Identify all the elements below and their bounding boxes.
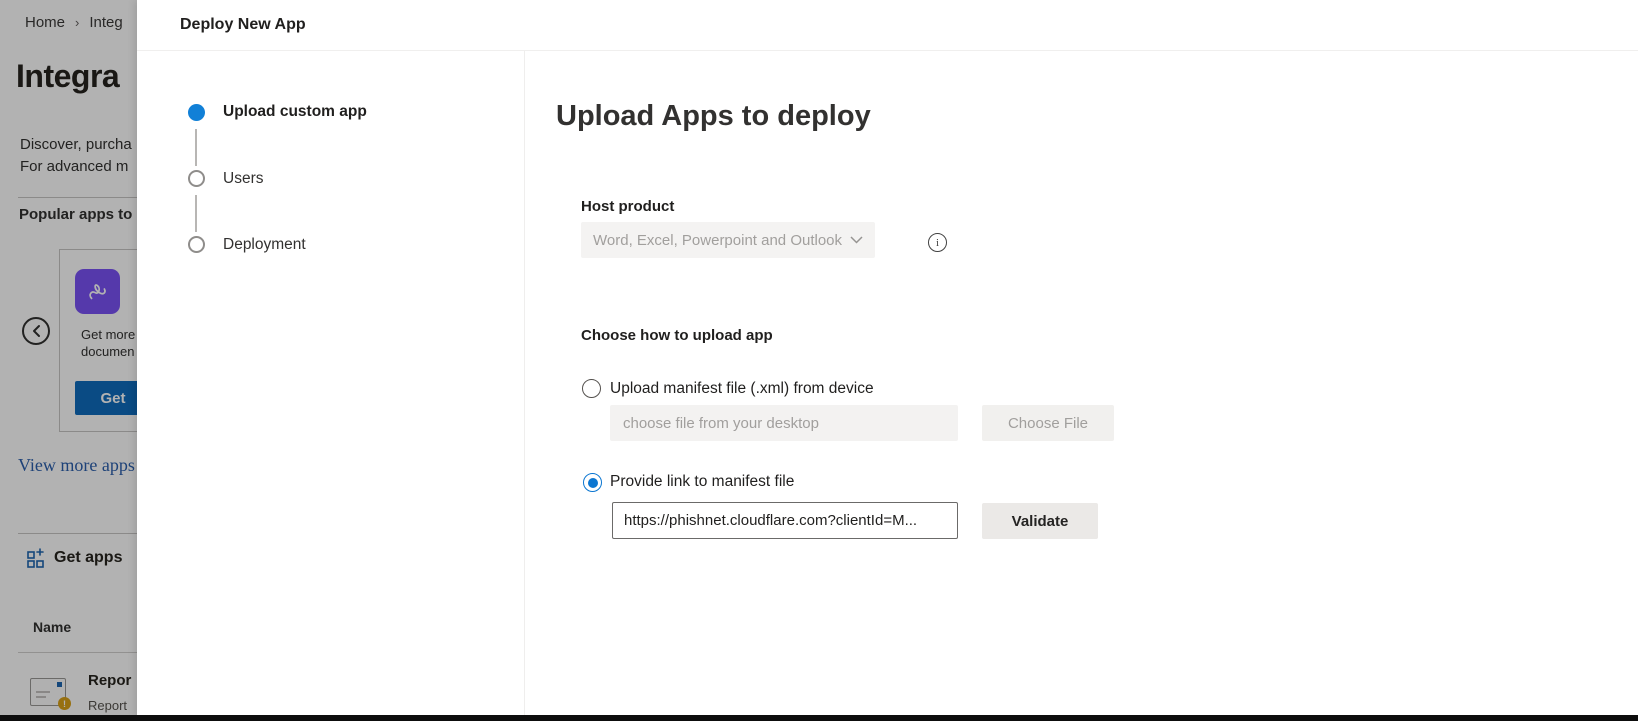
divider — [524, 51, 525, 716]
step-indicator-active — [188, 104, 205, 121]
provide-link-option-label[interactable]: Provide link to manifest file — [610, 473, 794, 491]
manifest-link-input[interactable] — [612, 502, 958, 539]
screen: Home›Integ Integra Discover, purcha For … — [0, 0, 1638, 721]
step-connector — [195, 195, 197, 232]
bottom-edge-bar — [0, 715, 1638, 721]
choose-upload-heading: Choose how to upload app — [581, 327, 773, 344]
dialog-title: Deploy New App — [180, 16, 306, 34]
step-indicator — [188, 236, 205, 253]
deploy-new-app-dialog: Deploy New App Upload custom app Users D… — [137, 0, 1638, 716]
host-product-label: Host product — [581, 198, 674, 215]
chevron-down-icon — [850, 236, 863, 244]
step-indicator — [188, 170, 205, 187]
upload-manifest-option-label[interactable]: Upload manifest file (.xml) from device — [610, 380, 874, 398]
choose-file-button[interactable]: Choose File — [982, 405, 1114, 441]
manifest-file-input[interactable] — [610, 405, 958, 441]
step-connector — [195, 129, 197, 166]
step-users[interactable]: Users — [223, 170, 263, 188]
step-upload-custom-app[interactable]: Upload custom app — [223, 103, 367, 121]
info-icon[interactable]: i — [928, 233, 947, 252]
host-product-dropdown[interactable]: Word, Excel, Powerpoint and Outlook — [581, 222, 875, 258]
validate-button[interactable]: Validate — [982, 503, 1098, 539]
radio-provide-link[interactable] — [583, 473, 602, 492]
step-deployment[interactable]: Deployment — [223, 236, 306, 254]
host-product-value: Word, Excel, Powerpoint and Outlook — [593, 232, 850, 249]
form-heading: Upload Apps to deploy — [556, 100, 871, 133]
wizard-stepper: Upload custom app Users Deployment — [137, 51, 524, 716]
radio-upload-manifest-file[interactable] — [582, 379, 601, 398]
